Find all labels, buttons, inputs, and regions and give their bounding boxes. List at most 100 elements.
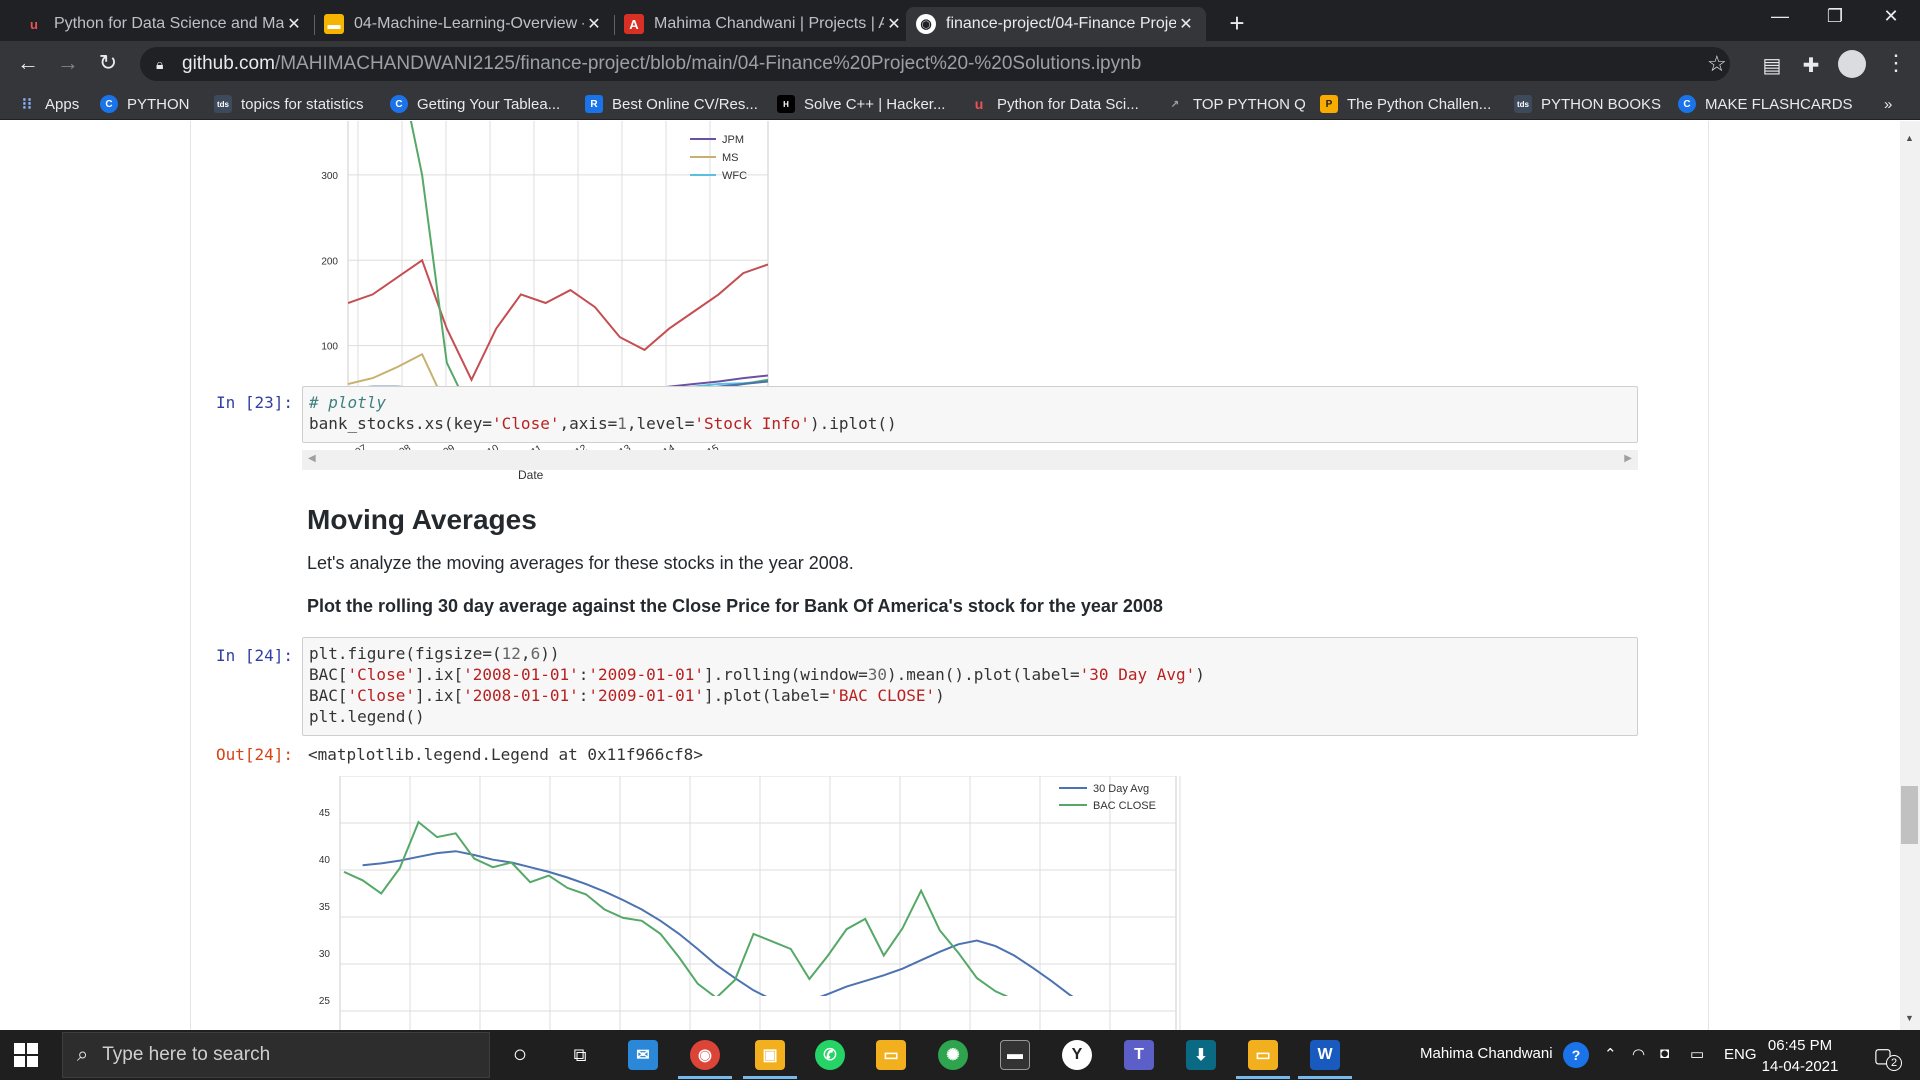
y-tick-label: 30 (319, 949, 331, 960)
r-icon: R (585, 95, 603, 113)
y-tick-label: 45 (319, 808, 331, 819)
notebook-page: 2007200820092010201120122013201420150100… (0, 121, 1920, 1030)
tab-projects[interactable]: A Mahima Chandwani | Projects | A ✕ (614, 7, 914, 41)
y-tick-label: 35 (319, 902, 331, 913)
instruction-text: Plot the rolling 30 day average against … (307, 596, 1163, 616)
notification-count-badge: 2 (1886, 1055, 1902, 1071)
cell-23-horizontal-scrollbar[interactable]: ◀ ▶ (302, 450, 1638, 470)
close-icon[interactable]: ✕ (1176, 14, 1196, 34)
atom-app-icon[interactable]: ✺ (938, 1040, 968, 1070)
download-app-icon[interactable]: ⬇ (1186, 1040, 1216, 1070)
back-button[interactable]: ← (12, 50, 44, 76)
page-scrollbar-thumb[interactable] (1901, 786, 1918, 844)
forward-button[interactable]: → (52, 50, 84, 76)
close-icon[interactable]: ✕ (584, 14, 604, 34)
hackerrank-icon: H (777, 95, 795, 113)
scroll-left-icon[interactable]: ◀ (308, 453, 316, 464)
y-tick-label: 200 (321, 256, 338, 267)
cell-24-output-text: <matplotlib.legend.Legend at 0x11f966cf8… (308, 745, 703, 764)
bookmark-hackerrank[interactable]: H Solve C++ | Hacker... (777, 93, 945, 115)
content-border-left (190, 121, 191, 1030)
bookmark-top-python-q[interactable]: ↗ TOP PYTHON Q (1166, 93, 1306, 115)
file-explorer-icon[interactable]: ▭ (1248, 1040, 1278, 1070)
bookmark-python-books[interactable]: tds PYTHON BOOKS (1514, 93, 1661, 115)
tray-clock[interactable]: 06:45 PM 14-04-2021 (1760, 1035, 1840, 1077)
extensions-puzzle-icon[interactable]: ✚ (1797, 53, 1825, 78)
word-icon[interactable]: W (1310, 1040, 1340, 1070)
scroll-down-icon[interactable]: ▼ (1905, 1013, 1914, 1023)
bookmark-python-challenge[interactable]: P The Python Challen... (1320, 93, 1491, 115)
wifi-icon[interactable]: ◠ (1632, 1045, 1645, 1063)
close-icon[interactable]: ✕ (884, 14, 904, 34)
tds-icon: tds (214, 95, 232, 113)
legend-label: JPM (722, 134, 744, 146)
tds-icon: tds (1514, 95, 1532, 113)
tray-chevron-up-icon[interactable]: ⌃ (1604, 1045, 1617, 1063)
minimize-button[interactable]: — (1755, 6, 1805, 27)
reload-button[interactable]: ↻ (92, 50, 124, 76)
clock-app-icon[interactable]: Y (1062, 1040, 1092, 1070)
bookmark-make-flashcards[interactable]: C MAKE FLASHCARDS (1678, 93, 1853, 115)
legend-label: BAC CLOSE (1093, 800, 1156, 812)
bookmarks-overflow-button[interactable]: » (1884, 93, 1892, 115)
bookmark-topics-statistics[interactable]: tds topics for statistics (214, 93, 364, 115)
restore-button[interactable]: ❐ (1810, 6, 1860, 27)
active-app-indicator (678, 1076, 732, 1079)
search-icon: ⌕ (77, 1043, 89, 1066)
bookmark-cv-resume[interactable]: R Best Online CV/Res... (585, 93, 758, 115)
volume-icon[interactable]: ◘ (1660, 1045, 1669, 1062)
cell-24-code[interactable]: plt.figure(figsize=(12,6)) BAC['Close'].… (302, 637, 1638, 736)
pin-icon: ↗ (1170, 98, 1180, 110)
scroll-up-icon[interactable]: ▲ (1905, 133, 1914, 143)
folder-icon[interactable]: ▭ (876, 1040, 906, 1070)
tab-finance-project[interactable]: ◉ finance-project/04-Finance Proje ✕ (906, 7, 1206, 41)
browser-menu-icon[interactable]: ⋮ (1885, 50, 1907, 76)
profile-avatar[interactable] (1838, 50, 1866, 78)
language-indicator[interactable]: ENG (1724, 1046, 1757, 1063)
file-explorer-user-icon[interactable]: ▣ (755, 1040, 785, 1070)
extension-doc-icon[interactable]: ▤ (1758, 53, 1786, 78)
task-view-icon[interactable]: ⧉ (565, 1040, 595, 1070)
legend-label: WFC (722, 170, 747, 182)
slides-icon: ▬ (324, 14, 344, 34)
cell-24-output-prompt: Out[24]: (216, 745, 294, 764)
windows-start-button[interactable] (14, 1043, 38, 1067)
udemy-icon: u (974, 96, 984, 112)
bookmark-python-data-sci[interactable]: u Python for Data Sci... (970, 93, 1139, 115)
apps-grid-icon: ⁝⁝ (21, 96, 33, 113)
bookmark-python[interactable]: C PYTHON (100, 93, 190, 115)
github-icon: ◉ (916, 14, 936, 34)
taskbar-search-box[interactable]: ⌕ Type here to search (62, 1032, 490, 1078)
tray-user-name[interactable]: Mahima Chandwani (1420, 1045, 1553, 1062)
y-tick-label: 25 (319, 996, 331, 1007)
teams-icon[interactable]: T (1124, 1040, 1154, 1070)
windows-logo-pane (27, 1056, 38, 1067)
tab-ml-overview[interactable]: ▬ 04-Machine-Learning-Overview - ✕ (314, 7, 614, 41)
new-tab-button[interactable]: + (1222, 8, 1252, 39)
cell-23-prompt: In [23]: (216, 393, 294, 412)
terminal-icon[interactable]: ▬ (1000, 1040, 1030, 1070)
tab-python-data-science[interactable]: u Python for Data Science and Mac ✕ (14, 7, 314, 41)
bookmark-apps[interactable]: ⁝⁝ Apps (18, 93, 79, 115)
page-scrollbar[interactable] (1900, 121, 1920, 1030)
battery-icon[interactable]: ▭ (1690, 1045, 1704, 1063)
bookmark-tableau[interactable]: C Getting Your Tablea... (390, 93, 560, 115)
window-close-button[interactable]: ✕ (1866, 6, 1916, 27)
python-challenge-icon: P (1320, 95, 1338, 113)
bookmark-star-icon[interactable]: ☆ (1707, 51, 1727, 77)
help-icon[interactable]: ? (1563, 1042, 1589, 1068)
lock-icon: 🔒︎ (156, 55, 164, 72)
mail-icon[interactable]: ✉ (628, 1040, 658, 1070)
scroll-right-icon[interactable]: ▶ (1624, 453, 1632, 464)
section-paragraph: Let's analyze the moving averages for th… (307, 553, 854, 573)
cell-23-code[interactable]: # plotly bank_stocks.xs(key='Close',axis… (302, 386, 1638, 443)
cortana-icon[interactable]: ○ (505, 1040, 535, 1070)
legend-label: 30 Day Avg (1093, 783, 1149, 795)
clock-time: 06:45 PM (1767, 1037, 1833, 1054)
cell-24-prompt: In [24]: (216, 646, 294, 665)
active-app-indicator (1236, 1076, 1290, 1079)
whatsapp-icon[interactable]: ✆ (815, 1040, 845, 1070)
address-bar[interactable]: 🔒︎ github.com/MAHIMACHANDWANI2125/financ… (140, 47, 1730, 81)
chrome-icon[interactable]: ◉ (690, 1040, 720, 1070)
close-icon[interactable]: ✕ (284, 14, 304, 34)
